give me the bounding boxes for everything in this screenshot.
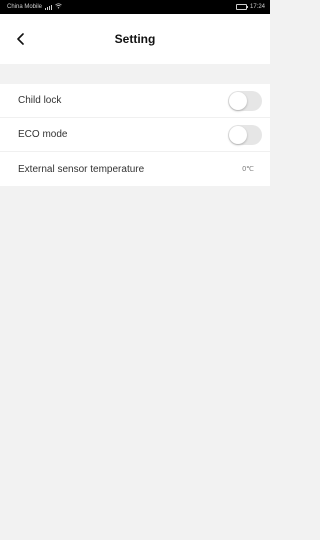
- eco-mode-toggle[interactable]: [228, 124, 262, 145]
- status-right: 17:24: [235, 4, 265, 10]
- toggle-knob: [229, 91, 247, 110]
- external-sensor-value: 0℃: [242, 166, 254, 173]
- setting-row-child-lock: Child lock: [0, 84, 270, 118]
- page-title: Setting: [114, 32, 156, 46]
- setting-label-external-sensor: External sensor temperature: [18, 163, 145, 175]
- child-lock-toggle[interactable]: [228, 90, 262, 111]
- wifi-icon: [55, 3, 62, 11]
- setting-row-eco-mode: ECO mode: [0, 118, 270, 152]
- status-time: 17:24: [249, 4, 265, 10]
- status-left: China Mobile: [7, 3, 62, 11]
- header: Setting: [0, 14, 270, 64]
- battery-icon: [235, 4, 248, 10]
- chevron-left-icon: [17, 33, 24, 45]
- settings-list: Child lock ECO mode External sensor temp…: [0, 84, 270, 186]
- section-spacer: [0, 64, 270, 84]
- setting-label-eco-mode: ECO mode: [18, 129, 68, 140]
- toggle-knob: [229, 125, 247, 144]
- carrier-label: China Mobile: [7, 4, 43, 10]
- setting-screen: China Mobile 17:24 Setting Child lock EC…: [0, 0, 270, 540]
- setting-row-external-sensor[interactable]: External sensor temperature 0℃: [0, 152, 270, 186]
- setting-label-child-lock: Child lock: [18, 95, 62, 106]
- back-button[interactable]: [12, 30, 30, 48]
- signal-icon: [45, 4, 53, 10]
- status-bar: China Mobile 17:24: [0, 0, 270, 14]
